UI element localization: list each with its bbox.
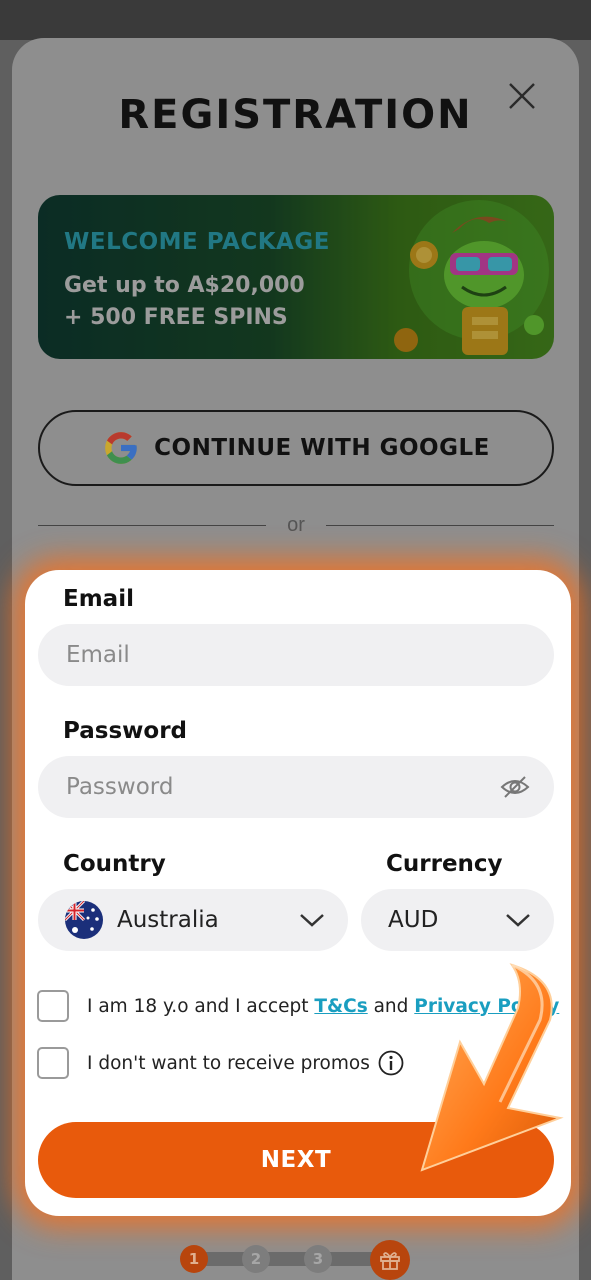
password-placeholder: Password bbox=[66, 774, 174, 800]
email-field[interactable]: Email bbox=[38, 624, 554, 686]
chevron-down-icon bbox=[506, 914, 530, 927]
privacy-policy-link[interactable]: Privacy Policy bbox=[414, 996, 559, 1017]
no-promos-checkbox[interactable] bbox=[37, 1047, 69, 1079]
registration-steps: 1 2 3 bbox=[178, 1240, 414, 1280]
banner-line-2: + 500 FREE SPINS bbox=[64, 305, 288, 330]
terms-checkbox[interactable] bbox=[37, 990, 69, 1022]
or-divider: or bbox=[38, 512, 554, 540]
info-icon[interactable] bbox=[378, 1050, 404, 1076]
gift-icon bbox=[380, 1252, 400, 1270]
currency-select[interactable]: AUD bbox=[361, 889, 554, 951]
country-value: Australia bbox=[117, 907, 219, 933]
currency-value: AUD bbox=[388, 907, 439, 933]
password-label: Password bbox=[63, 718, 187, 744]
terms-row: I am 18 y.o and I accept T&Cs and Privac… bbox=[37, 990, 559, 1022]
close-button[interactable] bbox=[506, 80, 538, 112]
gift-step bbox=[370, 1240, 410, 1280]
step-2: 2 bbox=[242, 1245, 270, 1273]
close-icon bbox=[509, 83, 535, 109]
continue-with-google-button[interactable]: CONTINUE WITH GOOGLE bbox=[38, 410, 554, 486]
email-placeholder: Email bbox=[66, 642, 130, 668]
terms-link[interactable]: T&Cs bbox=[314, 996, 367, 1017]
page-title: REGISTRATION bbox=[118, 92, 473, 138]
divider-line-right bbox=[326, 525, 554, 526]
google-button-label: CONTINUE WITH GOOGLE bbox=[154, 435, 490, 461]
terms-and: and bbox=[367, 995, 415, 1017]
chevron-down-icon bbox=[300, 914, 324, 927]
terms-text: I am 18 y.o and I accept T&Cs and Privac… bbox=[87, 996, 559, 1017]
steps-track bbox=[192, 1252, 392, 1266]
password-field[interactable]: Password bbox=[38, 756, 554, 818]
banner-line-1: Get up to A$20,000 bbox=[64, 273, 305, 298]
step-1: 1 bbox=[180, 1245, 208, 1273]
country-select[interactable]: Australia bbox=[38, 889, 348, 951]
registration-form: Email Email Password Password Country Au… bbox=[25, 570, 571, 1216]
australia-flag-icon bbox=[65, 901, 103, 939]
terms-prefix: I am 18 y.o and I accept bbox=[87, 995, 315, 1017]
email-label: Email bbox=[63, 586, 134, 612]
promos-text: I don't want to receive promos bbox=[87, 1052, 370, 1074]
google-icon bbox=[105, 432, 137, 464]
promos-row: I don't want to receive promos bbox=[37, 1047, 404, 1079]
background-top bbox=[0, 0, 591, 40]
step-3: 3 bbox=[304, 1245, 332, 1273]
frog-mascot-illustration bbox=[394, 200, 549, 355]
banner-kicker: WELCOME PACKAGE bbox=[64, 229, 330, 255]
currency-label: Currency bbox=[386, 851, 503, 877]
eye-off-icon[interactable] bbox=[500, 774, 530, 800]
next-button[interactable]: NEXT bbox=[38, 1122, 554, 1198]
country-label: Country bbox=[63, 851, 166, 877]
welcome-banner[interactable]: WELCOME PACKAGE Get up to A$20,000 + 500… bbox=[38, 195, 554, 359]
